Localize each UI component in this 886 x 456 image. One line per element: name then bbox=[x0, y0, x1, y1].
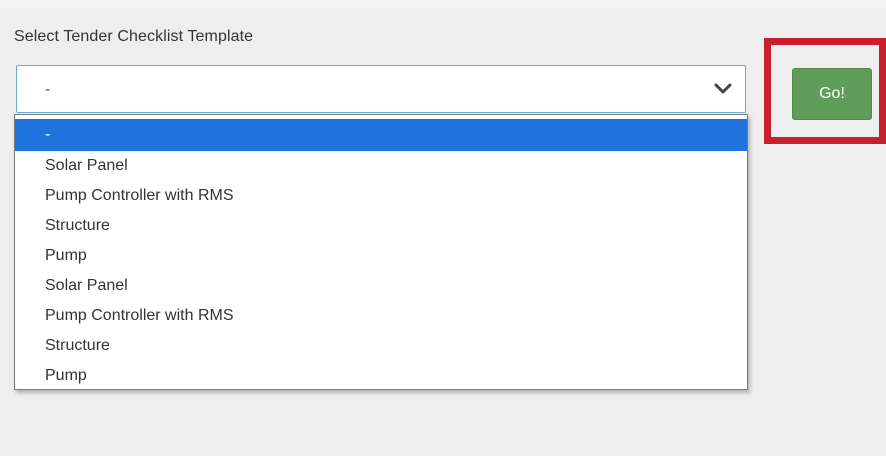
dropdown-option[interactable]: - bbox=[15, 119, 747, 151]
dropdown-option[interactable]: Pump Controller with RMS bbox=[15, 181, 747, 211]
chevron-down-icon[interactable] bbox=[713, 81, 733, 97]
template-select[interactable]: - bbox=[16, 65, 746, 113]
dropdown-option[interactable]: Pump bbox=[15, 361, 747, 389]
go-button[interactable]: Go! bbox=[792, 68, 872, 120]
dropdown-option[interactable]: Solar Panel bbox=[15, 151, 747, 181]
page-top-strip bbox=[0, 0, 886, 8]
template-dropdown-list: - Solar Panel Pump Controller with RMS S… bbox=[14, 114, 748, 390]
dropdown-option[interactable]: Pump bbox=[15, 241, 747, 271]
dropdown-option[interactable]: Structure bbox=[15, 211, 747, 241]
template-select-value: - bbox=[45, 81, 51, 98]
dropdown-option[interactable]: Pump Controller with RMS bbox=[15, 301, 747, 331]
dropdown-option[interactable]: Structure bbox=[15, 331, 747, 361]
template-select-label: Select Tender Checklist Template bbox=[14, 28, 254, 45]
dropdown-option[interactable]: Solar Panel bbox=[15, 271, 747, 301]
